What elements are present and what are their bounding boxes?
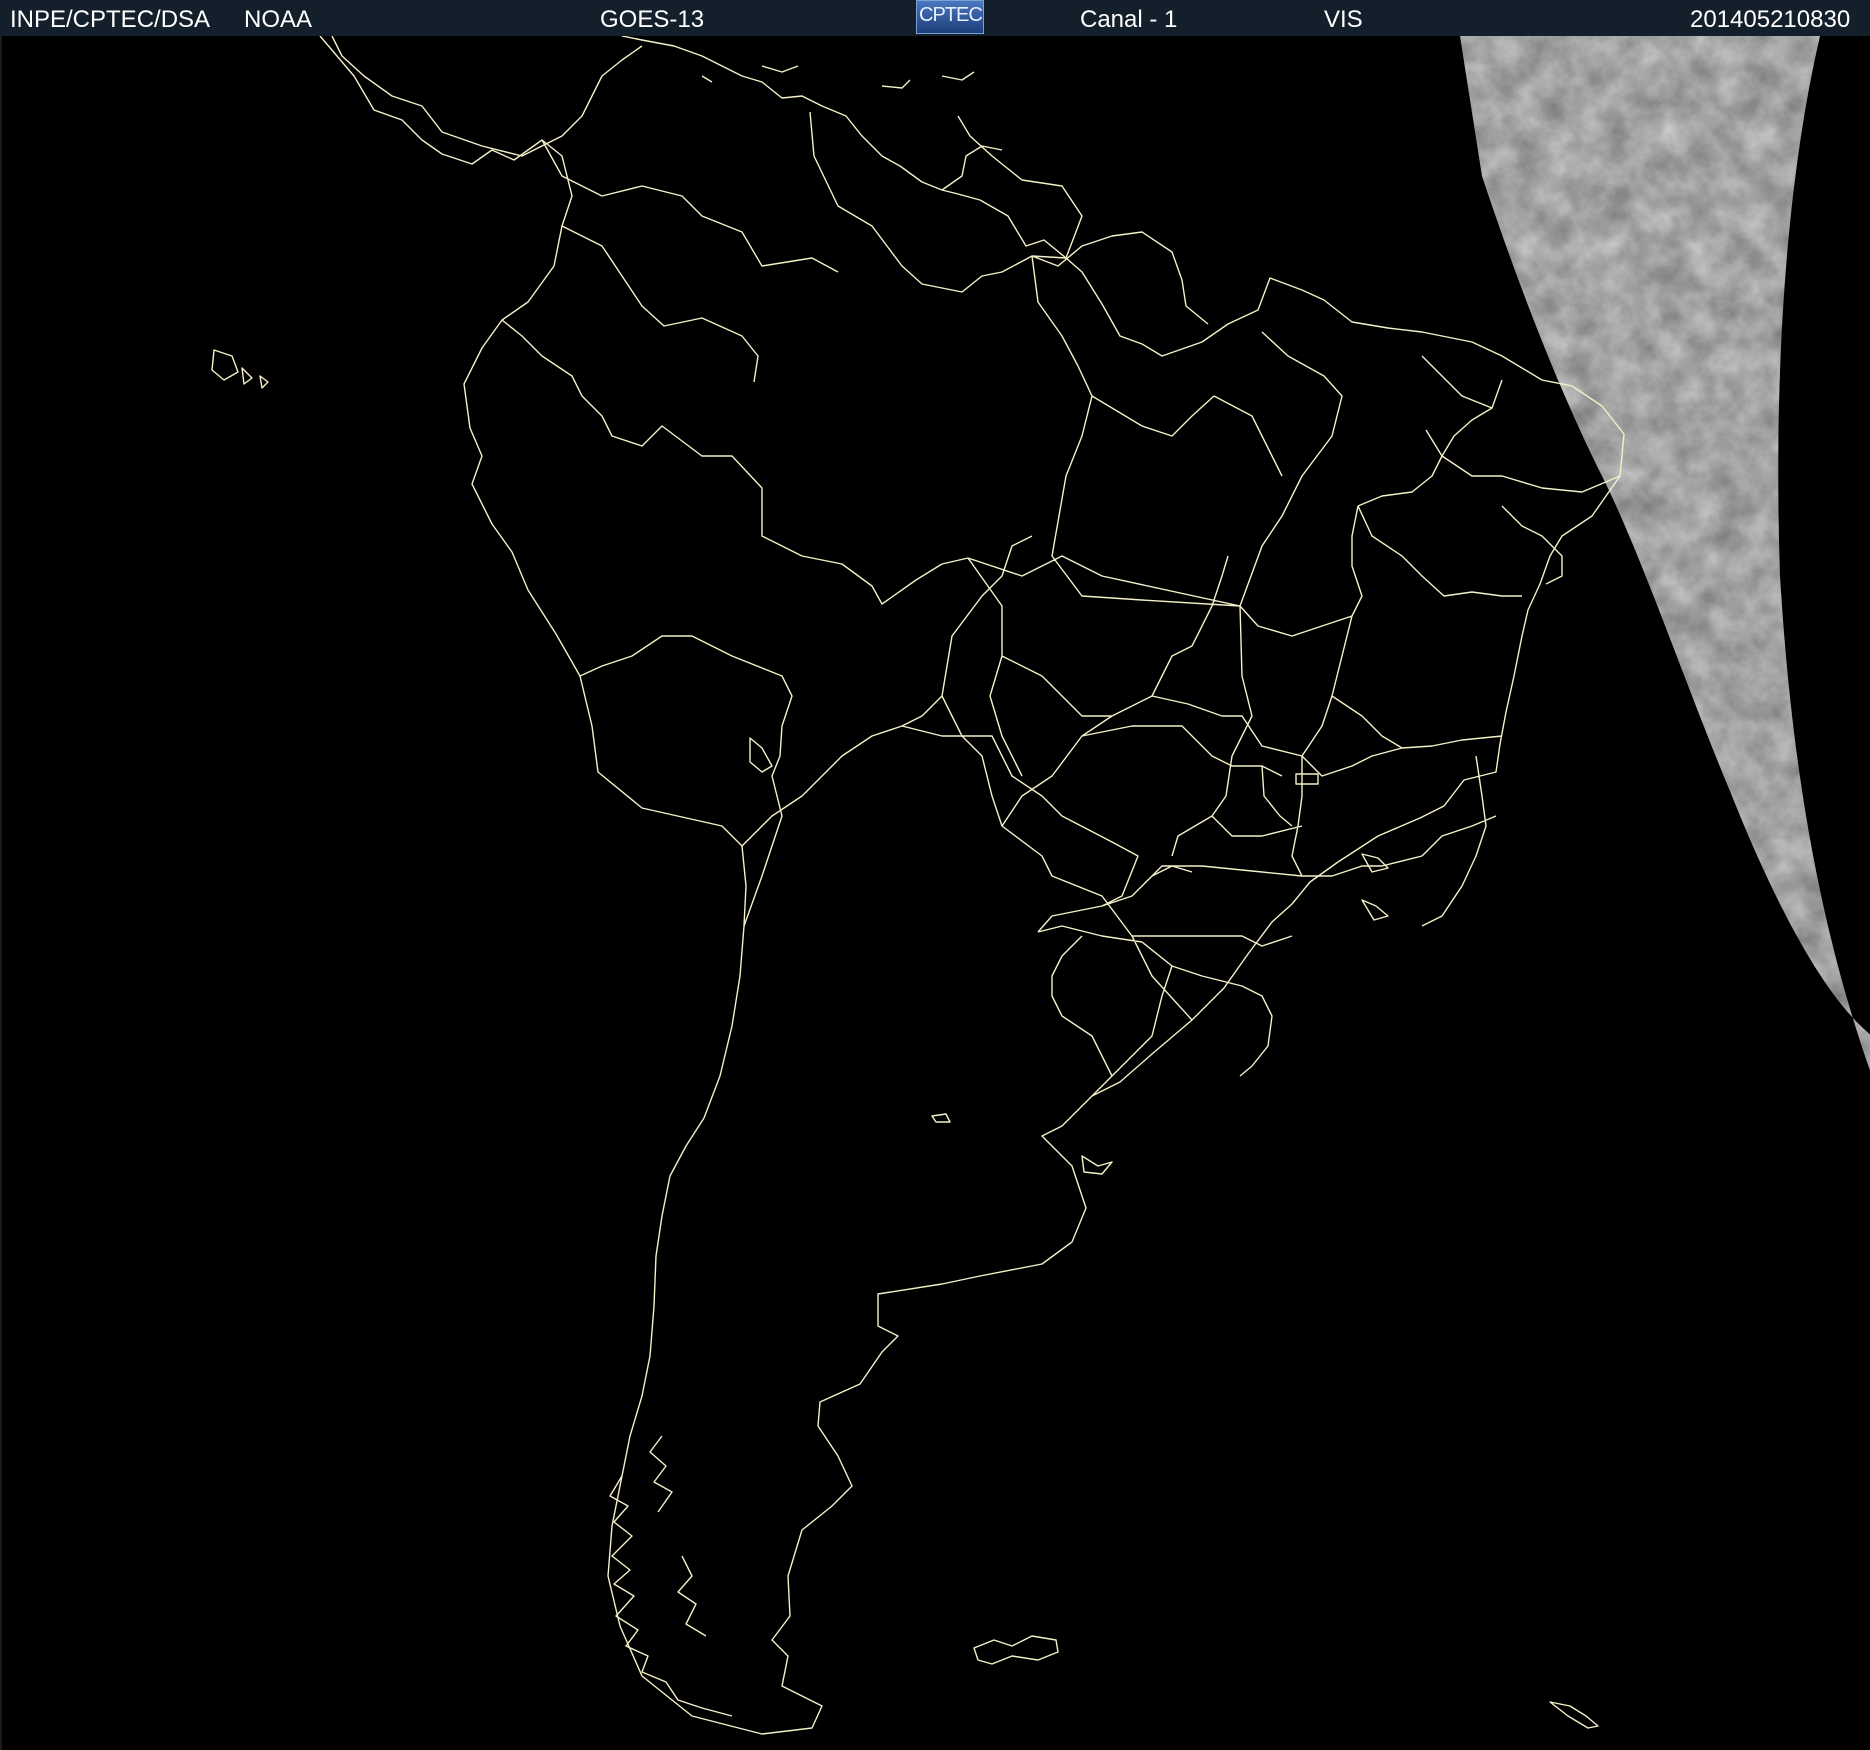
cptec-logo-text: CPTEC	[919, 4, 983, 26]
satellite-map	[0, 36, 1870, 1750]
south-america-coastline	[319, 36, 1625, 1735]
falkland-islands	[973, 1635, 1059, 1665]
central-america-coastline	[331, 36, 643, 157]
visible-imagery-band	[1460, 36, 1870, 1076]
band-label: VIS	[1324, 6, 1363, 33]
image-header-bar: INPE/CPTEC/DSA NOAA GOES-13 CPTEC Canal …	[0, 0, 1870, 36]
inland-features	[749, 737, 1389, 1175]
chile-fjords	[609, 1435, 733, 1717]
channel-label: Canal - 1	[1080, 6, 1178, 33]
galapagos-islands	[211, 349, 269, 389]
agency-label: NOAA	[244, 6, 313, 33]
map-canvas	[211, 36, 1870, 1735]
institution-label: INPE/CPTEC/DSA	[10, 6, 211, 33]
national-borders	[501, 111, 1303, 1097]
caribbean-islands	[701, 65, 975, 89]
south-georgia-island	[1549, 1701, 1599, 1729]
timestamp-label: 201405210830	[1690, 6, 1851, 33]
cptec-logo: CPTEC	[916, 0, 984, 34]
satellite-label: GOES-13	[600, 6, 705, 33]
